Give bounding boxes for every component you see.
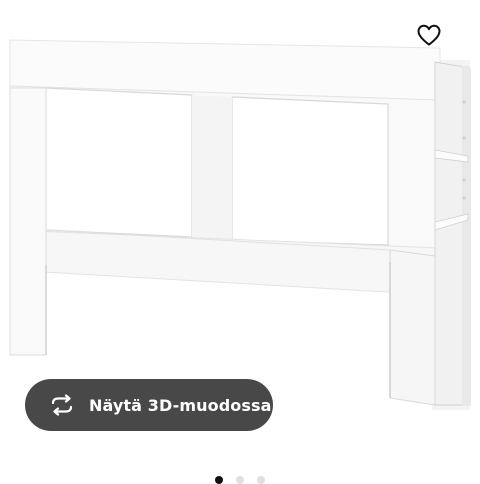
carousel-dots	[0, 476, 480, 484]
rotate-3d-icon	[47, 394, 77, 416]
carousel-dot[interactable]	[215, 476, 223, 484]
view-in-3d-label: Näytä 3D-muodossa	[89, 395, 272, 415]
carousel-dot[interactable]	[236, 476, 244, 484]
favourite-button[interactable]	[410, 16, 448, 54]
view-in-3d-button[interactable]: Näytä 3D-muodossa	[25, 379, 273, 431]
heart-outline-icon	[417, 24, 441, 46]
carousel-dot[interactable]	[257, 476, 265, 484]
